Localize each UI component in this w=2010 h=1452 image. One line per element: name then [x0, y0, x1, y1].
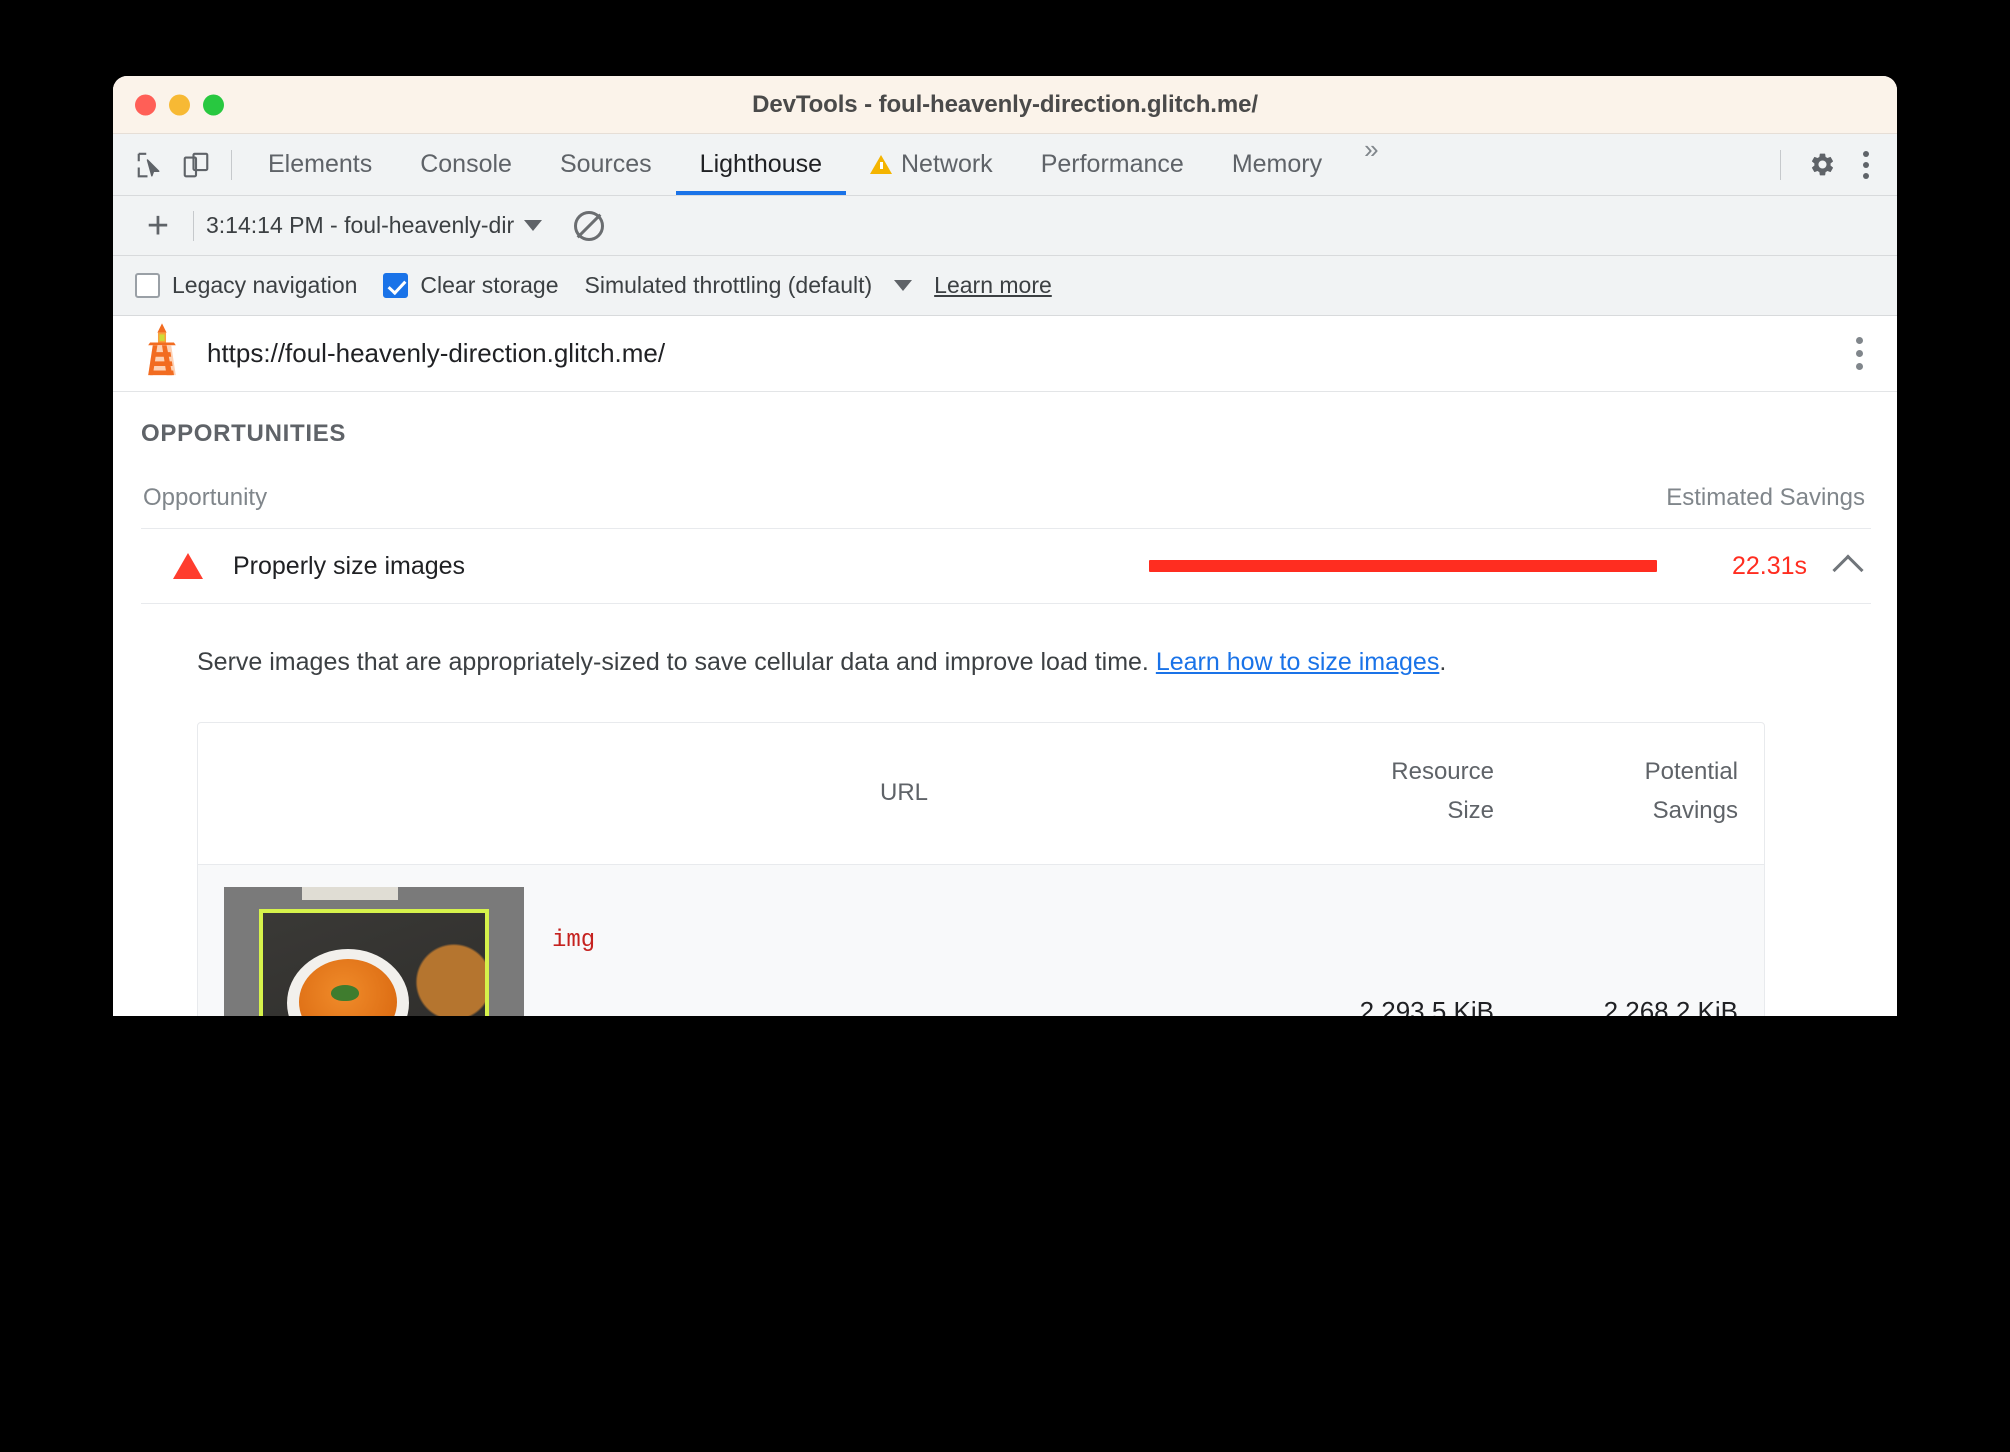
description-period: .: [1439, 648, 1447, 676]
details-col-url: URL: [879, 779, 928, 807]
thumbnail-cell: Soop Cozy warm: [224, 887, 524, 1016]
clear-storage-checkbox[interactable]: [383, 273, 409, 298]
tab-memory[interactable]: Memory: [1208, 134, 1346, 195]
resource-size-line2: Size: [1447, 796, 1494, 824]
legacy-navigation-checkbox[interactable]: [135, 273, 160, 298]
close-window-button[interactable]: [135, 94, 156, 115]
size-images-doc-link[interactable]: Learn how to size images: [1156, 648, 1439, 676]
savings-bar-fill: [1149, 560, 1657, 572]
red-triangle-icon: [173, 553, 203, 579]
report-selector-label: 3:14:14 PM - foul-heavenly-dir: [206, 212, 515, 238]
devtools-window: DevTools - foul-heavenly-direction.glitc…: [113, 76, 1897, 1016]
col-header-opportunity: Opportunity: [143, 484, 268, 511]
tab-console[interactable]: Console: [396, 134, 536, 195]
maximize-window-button[interactable]: [203, 94, 224, 115]
soup-garnish: [331, 985, 359, 1002]
opportunities-section-title: OPPORTUNITIES: [141, 420, 347, 447]
inspect-cursor-icon[interactable]: [127, 142, 173, 188]
tab-lighthouse[interactable]: Lighthouse: [675, 134, 847, 195]
runbar-divider: [193, 210, 194, 241]
report-url: https://foul-heavenly-direction.glitch.m…: [207, 338, 666, 368]
potential-savings-line2: Savings: [1652, 796, 1738, 824]
url-cell: img …big/soop.jpg(storage.googleapis.com…: [524, 911, 1284, 1016]
tab-list: Elements Console Sources Lighthouse Netw…: [244, 134, 1768, 195]
tab-label: Console: [420, 150, 512, 178]
resource-size-line1: Resource: [1391, 758, 1494, 786]
clear-storage-label: Clear storage: [420, 272, 559, 298]
chevron-up-icon[interactable]: [1832, 554, 1864, 586]
opportunity-name: Properly size images: [233, 551, 466, 580]
lighthouse-options-bar: Legacy navigation Clear storage Simulate…: [113, 256, 1897, 316]
potential-savings-value: 2,268.2 KiB: [1603, 995, 1738, 1016]
lighthouse-report-body: OPPORTUNITIES Opportunity Estimated Savi…: [113, 392, 1897, 1016]
screenshot-root: DevTools - foul-heavenly-direction.glitc…: [0, 0, 2010, 1452]
toolbar-divider: [231, 149, 232, 180]
legacy-navigation-label: Legacy navigation: [172, 272, 358, 298]
tab-label: Memory: [1231, 150, 1323, 178]
tab-performance[interactable]: Performance: [1017, 134, 1208, 195]
window-title: DevTools - foul-heavenly-direction.glitc…: [752, 90, 1258, 118]
table-row[interactable]: Soop Cozy warm img …big/soop.jpg(storage…: [198, 865, 1764, 1016]
details-table-header: URL Resource Size Potential Savings: [198, 723, 1764, 866]
traffic-lights: [135, 94, 224, 115]
opportunity-row-properly-size-images[interactable]: Properly size images 22.31s: [141, 529, 1871, 604]
report-selector-dropdown[interactable]: 3:14:14 PM - foul-heavenly-dir: [206, 212, 543, 239]
clear-reports-button[interactable]: [574, 210, 605, 241]
opportunity-savings-value: 22.31s: [1731, 551, 1807, 580]
opportunities-table: Opportunity Estimated Savings Properly s…: [113, 448, 1897, 1016]
opportunity-description: Serve images that are appropriately-size…: [141, 604, 1871, 680]
throttling-label: Simulated throttling (default): [584, 272, 873, 298]
lighthouse-run-toolbar: + 3:14:14 PM - foul-heavenly-dir: [113, 196, 1897, 256]
title-bar: DevTools - foul-heavenly-direction.glitc…: [113, 76, 1897, 134]
kebab-menu-icon[interactable]: [1851, 143, 1881, 187]
throttling-chevron-down-icon[interactable]: [894, 280, 913, 291]
tab-network[interactable]: Network: [846, 134, 1017, 195]
clear-storage-option[interactable]: Clear storage: [383, 272, 559, 299]
details-col-resource-size: Resource Size: [1284, 753, 1494, 830]
tab-sources[interactable]: Sources: [536, 134, 676, 195]
tab-label: Sources: [559, 150, 652, 178]
tab-label: Lighthouse: [699, 150, 822, 178]
col-header-estimated-savings: Estimated Savings: [1666, 484, 1865, 511]
opportunities-table-header: Opportunity Estimated Savings: [141, 448, 1871, 529]
potential-savings-line1: Potential: [1644, 758, 1738, 786]
image-thumbnail[interactable]: Soop Cozy warm: [224, 887, 524, 1016]
toolbar-right-actions: [1768, 142, 1897, 188]
legacy-navigation-option[interactable]: Legacy navigation: [135, 272, 357, 299]
report-kebab-menu-icon[interactable]: [1846, 331, 1873, 376]
device-toolbar-icon[interactable]: [173, 142, 219, 188]
thumbnail-topbar: [302, 887, 398, 901]
resource-size-value: 2,293.5 KiB: [1359, 995, 1494, 1016]
devtools-tab-strip: Elements Console Sources Lighthouse Netw…: [113, 134, 1897, 196]
new-report-button[interactable]: +: [135, 207, 181, 245]
chevron-down-icon: [524, 220, 543, 231]
more-tabs-chevron-icon[interactable]: »: [1346, 134, 1392, 195]
tab-elements[interactable]: Elements: [244, 134, 396, 195]
tab-label: Network: [901, 150, 993, 178]
details-col-potential-savings: Potential Savings: [1528, 753, 1738, 830]
savings-bar-track: [1149, 560, 1657, 572]
opportunity-details-table: URL Resource Size Potential Savings img …: [197, 722, 1765, 1016]
description-text: Serve images that are appropriately-size…: [197, 648, 1149, 676]
thumbnail-highlight-frame: Soop: [259, 909, 489, 1016]
warning-triangle-icon: [870, 155, 892, 174]
lighthouse-icon: [139, 322, 185, 385]
gear-icon[interactable]: [1799, 142, 1845, 188]
minimize-window-button[interactable]: [169, 94, 190, 115]
tab-label: Performance: [1040, 150, 1184, 178]
learn-more-link[interactable]: Learn more: [934, 272, 1052, 299]
toolbar-divider-right: [1780, 149, 1781, 180]
report-url-header: https://foul-heavenly-direction.glitch.m…: [113, 316, 1897, 392]
tab-label: Elements: [268, 150, 373, 178]
element-tag-name: img: [552, 927, 596, 955]
